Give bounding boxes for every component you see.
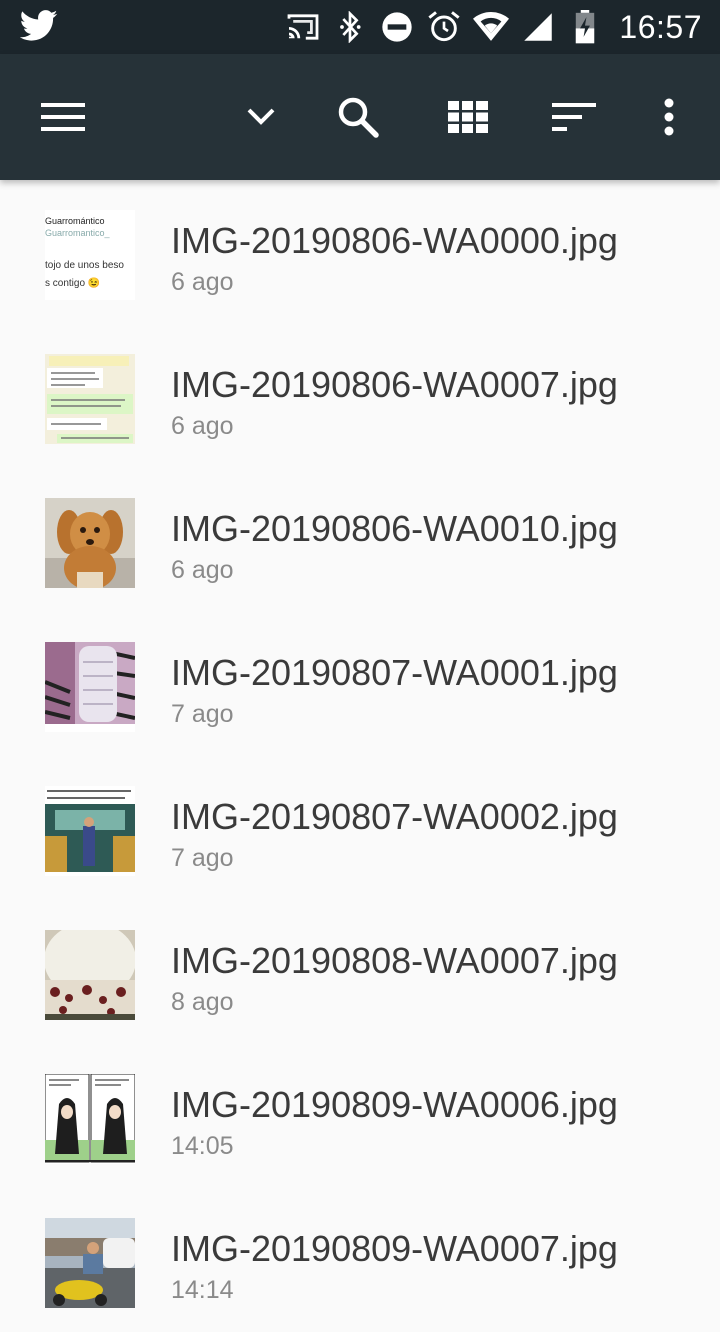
file-date: 6 ago bbox=[171, 556, 234, 584]
file-name: IMG-20190809-WA0007.jpg bbox=[171, 1228, 618, 1269]
status-bar: 16:57 bbox=[0, 0, 720, 54]
search-icon[interactable] bbox=[328, 87, 388, 147]
file-thumbnail bbox=[45, 642, 135, 732]
file-row[interactable]: IMG-20190807-WA0001.jpg 7 ago bbox=[0, 612, 720, 756]
file-date: 6 ago bbox=[171, 268, 234, 296]
file-name: IMG-20190809-WA0006.jpg bbox=[171, 1084, 618, 1125]
file-thumbnail bbox=[45, 1074, 135, 1164]
file-name: IMG-20190806-WA0000.jpg bbox=[171, 220, 618, 261]
thumb-text: Guarromantico_ bbox=[45, 228, 111, 238]
do-not-disturb-icon bbox=[379, 9, 415, 45]
file-name: IMG-20190806-WA0007.jpg bbox=[171, 364, 618, 405]
chevron-down-icon[interactable] bbox=[231, 87, 291, 147]
bluetooth-icon bbox=[332, 9, 368, 45]
file-row[interactable]: IMG-20190806-WA0010.jpg 6 ago bbox=[0, 468, 720, 612]
file-thumbnail bbox=[45, 786, 135, 876]
file-thumbnail bbox=[45, 930, 135, 1020]
battery-charging-icon bbox=[567, 9, 603, 45]
more-vert-icon[interactable] bbox=[639, 87, 699, 147]
file-list: Guarromántico Guarromantico_ tojo de uno… bbox=[0, 180, 720, 1332]
menu-icon[interactable] bbox=[33, 87, 93, 147]
file-date: 14:05 bbox=[171, 1132, 234, 1160]
file-thumbnail bbox=[45, 1218, 135, 1308]
file-date: 14:14 bbox=[171, 1276, 234, 1304]
file-name: IMG-20190808-WA0007.jpg bbox=[171, 940, 618, 981]
file-name: IMG-20190806-WA0010.jpg bbox=[171, 508, 618, 549]
twitter-icon bbox=[19, 9, 62, 45]
file-row[interactable]: Guarromántico Guarromantico_ tojo de uno… bbox=[0, 180, 720, 324]
alarm-icon bbox=[426, 9, 462, 45]
file-thumbnail bbox=[45, 498, 135, 588]
file-thumbnail: Guarromántico Guarromantico_ tojo de uno… bbox=[45, 210, 135, 300]
grid-view-icon[interactable] bbox=[438, 87, 498, 147]
file-name: IMG-20190807-WA0002.jpg bbox=[171, 796, 618, 837]
file-thumbnail bbox=[45, 354, 135, 444]
clock: 16:57 bbox=[619, 8, 702, 45]
file-name: IMG-20190807-WA0001.jpg bbox=[171, 652, 618, 693]
file-row[interactable]: IMG-20190806-WA0007.jpg 6 ago bbox=[0, 324, 720, 468]
file-row[interactable]: IMG-20190807-WA0002.jpg 7 ago bbox=[0, 756, 720, 900]
cast-icon bbox=[285, 9, 321, 45]
file-date: 8 ago bbox=[171, 988, 234, 1016]
file-date: 6 ago bbox=[171, 412, 234, 440]
thumb-text: tojo de unos beso bbox=[45, 260, 124, 271]
thumb-text: s contigo 😉 bbox=[45, 277, 100, 289]
sort-icon[interactable] bbox=[544, 87, 604, 147]
file-date: 7 ago bbox=[171, 844, 234, 872]
wifi-icon bbox=[473, 9, 510, 45]
thumb-text: Guarromántico bbox=[45, 216, 105, 226]
file-date: 7 ago bbox=[171, 700, 234, 728]
signal-icon bbox=[520, 9, 556, 45]
file-row[interactable]: IMG-20190809-WA0006.jpg 14:05 bbox=[0, 1044, 720, 1188]
file-row[interactable]: IMG-20190809-WA0007.jpg 14:14 bbox=[0, 1188, 720, 1332]
file-row[interactable]: IMG-20190808-WA0007.jpg 8 ago bbox=[0, 900, 720, 1044]
app-toolbar bbox=[0, 54, 720, 180]
